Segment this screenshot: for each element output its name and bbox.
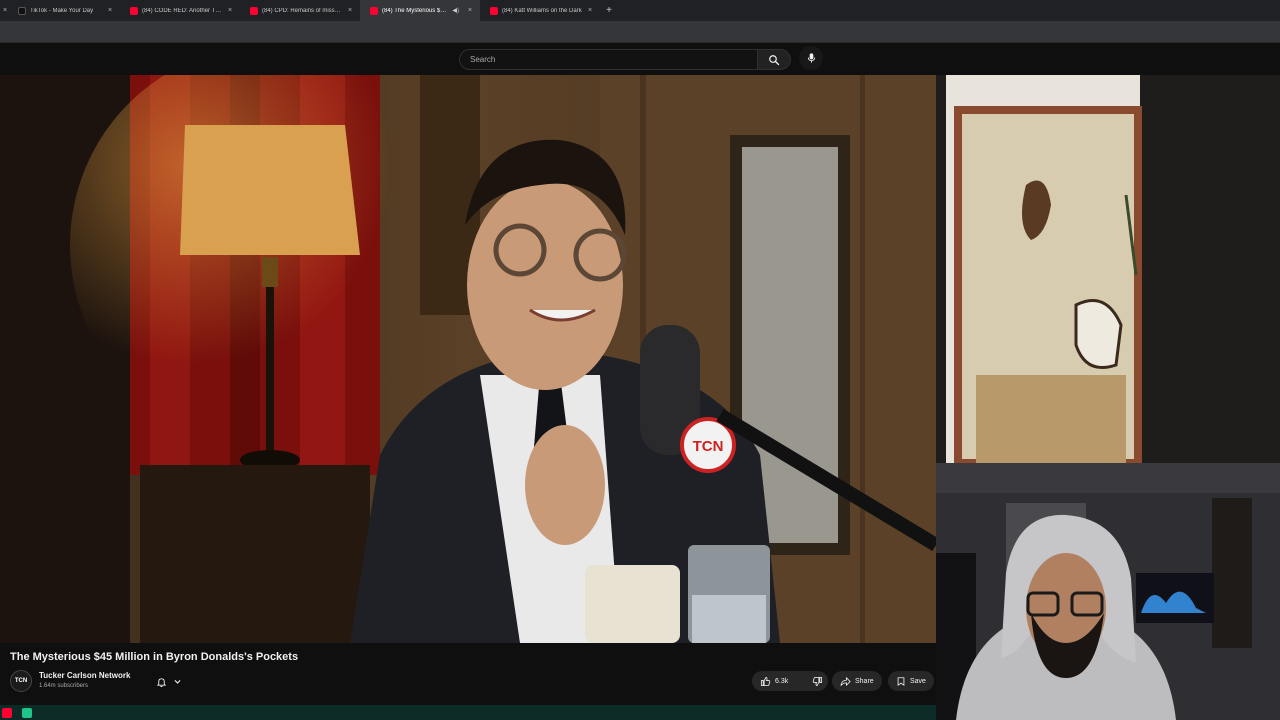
video-player[interactable]: TCN bbox=[0, 75, 936, 643]
subscriber-count: 1.64m subscribers bbox=[39, 683, 89, 689]
tiktok-icon bbox=[18, 6, 26, 15]
address-bar[interactable] bbox=[0, 21, 1280, 43]
voice-search-button[interactable] bbox=[799, 46, 823, 70]
close-tab-icon[interactable]: × bbox=[0, 7, 10, 14]
like-count: 6.3k bbox=[775, 677, 789, 685]
save-label: Save bbox=[910, 677, 926, 685]
youtube-icon bbox=[370, 6, 378, 15]
bell-icon bbox=[156, 677, 167, 687]
tapestry-image bbox=[936, 75, 1280, 463]
video-title: The Mysterious $45 Million in Byron Dona… bbox=[10, 651, 299, 663]
youtube-app-icon[interactable] bbox=[2, 707, 12, 718]
channel-name-link[interactable]: Tucker Carlson Network bbox=[39, 671, 130, 680]
close-tab-icon[interactable]: × bbox=[106, 7, 114, 14]
search-input[interactable]: Search bbox=[459, 49, 757, 70]
like-button[interactable]: 6.3k bbox=[752, 671, 796, 691]
video-frame: TCN bbox=[0, 75, 936, 643]
share-label: Share bbox=[855, 677, 874, 685]
tab-title: (84) CODE RED: Another TPUSA bbox=[142, 7, 222, 14]
app-icon[interactable] bbox=[22, 707, 32, 718]
save-button[interactable]: Save bbox=[888, 671, 934, 691]
share-button[interactable]: Share bbox=[832, 671, 882, 691]
search-placeholder: Search bbox=[470, 55, 496, 64]
video-details: The Mysterious $45 Million in Byron Dona… bbox=[0, 643, 936, 705]
webcam-overlay bbox=[936, 463, 1280, 720]
new-tab-button[interactable]: + bbox=[600, 0, 618, 21]
taskbar bbox=[0, 705, 936, 720]
tab-title: TikTok - Make Your Day bbox=[30, 7, 94, 14]
tcn-mic-flag-text: TCN bbox=[693, 438, 724, 455]
thumbs-up-icon bbox=[760, 676, 771, 686]
side-panel-tapestry bbox=[936, 75, 1280, 463]
browser-tab[interactable]: (84) CODE RED: Another TPUSA × bbox=[120, 0, 240, 21]
close-tab-icon[interactable]: × bbox=[226, 7, 234, 14]
youtube-icon bbox=[130, 6, 138, 15]
close-tab-icon[interactable]: × bbox=[586, 7, 594, 14]
like-dislike-group: 6.3k bbox=[752, 671, 828, 691]
browser-tab[interactable]: × TikTok - Make Your Day × bbox=[0, 0, 120, 21]
microphone-icon bbox=[807, 53, 815, 63]
close-tab-icon[interactable]: × bbox=[346, 7, 354, 14]
thumbs-down-icon bbox=[813, 676, 823, 686]
bookmark-icon bbox=[897, 676, 905, 686]
search-button[interactable] bbox=[757, 49, 791, 70]
browser-tab[interactable]: (84) Katt Williams on the Dark × bbox=[480, 0, 600, 21]
search-icon bbox=[769, 54, 780, 65]
channel-avatar-text: TCN bbox=[14, 678, 28, 684]
tab-title: (84) Katt Williams on the Dark bbox=[502, 7, 582, 14]
youtube-header: Search bbox=[0, 43, 1280, 75]
close-tab-icon[interactable]: × bbox=[466, 7, 474, 14]
browser-tab-active[interactable]: (84) The Mysterious $45 Mi ◀) × bbox=[360, 0, 480, 21]
tab-title: (84) CPD: Remains of missing C bbox=[262, 7, 342, 14]
share-icon bbox=[840, 676, 851, 686]
tab-title: (84) The Mysterious $45 Mi bbox=[382, 7, 450, 14]
chevron-down-icon bbox=[174, 679, 181, 684]
youtube-icon bbox=[250, 6, 258, 15]
dislike-button[interactable] bbox=[804, 671, 831, 691]
speaker-icon[interactable]: ◀) bbox=[452, 7, 459, 14]
webcam-image bbox=[936, 463, 1280, 720]
notification-bell-button[interactable] bbox=[147, 672, 191, 691]
youtube-icon bbox=[490, 6, 498, 15]
browser-tab[interactable]: (84) CPD: Remains of missing C × bbox=[240, 0, 360, 21]
channel-avatar[interactable]: TCN bbox=[10, 670, 32, 692]
browser-tab-strip: × TikTok - Make Your Day × (84) CODE RED… bbox=[0, 0, 1280, 21]
